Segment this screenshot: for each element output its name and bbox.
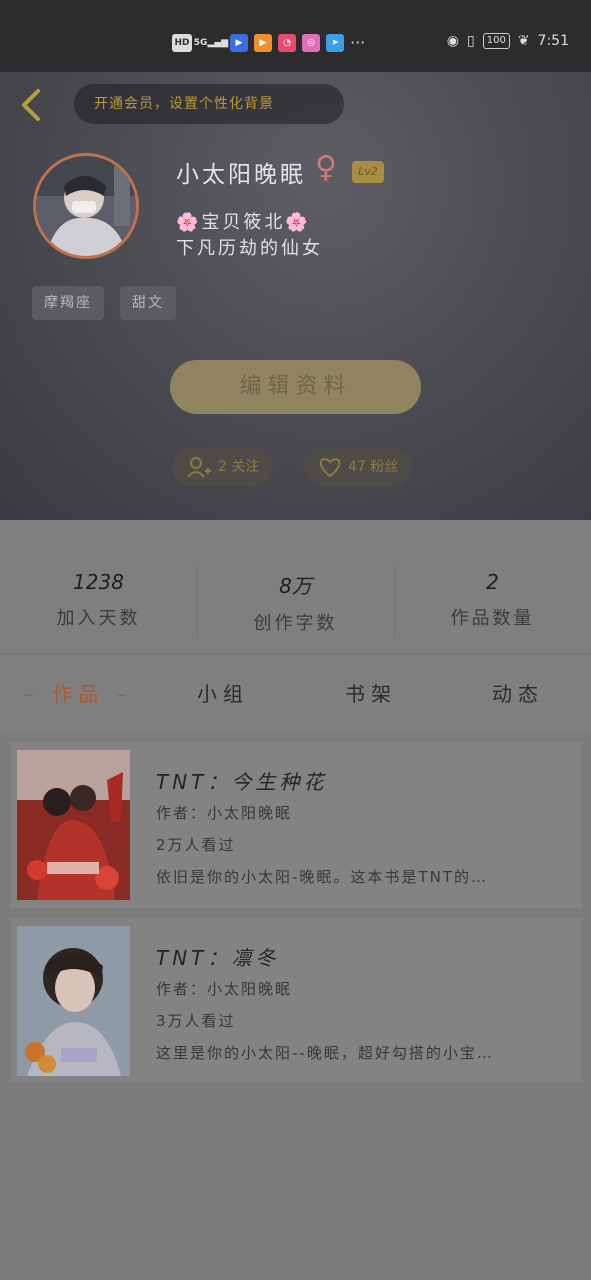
avatar[interactable] [33, 153, 139, 259]
camera-app-icon: ◎ [302, 33, 320, 52]
signal-icon: 5G ▂▄▆ [193, 37, 229, 48]
divider [197, 565, 198, 637]
works-list: TNT：今生种花 作者：小太阳晚眠 2万人看过 依旧是你的小太阳-晚眠。这本书是… [0, 732, 591, 1084]
hd-icon: HD [172, 33, 192, 52]
stat-join-days: 1238 加入天数 [56, 570, 141, 629]
vibrate-icon: ▯ [467, 33, 475, 49]
telegram-icon: ➤ [326, 33, 344, 52]
book-author: 作者：小太阳晚眠 [156, 980, 293, 998]
status-bar: HD 5G ▂▄▆ ▶ ▶ ◔ ◎ ➤ ··· ◉ ▯ 100 ❦ 7:51 [0, 0, 591, 72]
flower-icon: 🌸 [285, 212, 311, 233]
edit-profile-button[interactable]: 编辑资料 [170, 360, 421, 414]
bio-line-2: 下凡历劫的仙女 [176, 238, 323, 259]
status-left-icons: HD 5G ▂▄▆ ▶ ▶ ◔ ◎ ➤ ··· [172, 33, 365, 52]
bio-line-1: 🌸宝贝筱北🌸 [176, 212, 311, 233]
following-count: 2 关注 [218, 459, 260, 475]
tab-bookshelf[interactable]: 书架 [345, 678, 397, 707]
eye-icon: ◉ [446, 33, 459, 49]
level-badge: Lv2 [352, 161, 384, 183]
book-views: 2万人看过 [156, 836, 236, 854]
vip-background-banner[interactable]: 开通会员，设置个性化背景 [74, 84, 344, 124]
tab-bar: – 作品 – 小组 书架 动态 [0, 654, 591, 732]
book-title[interactable]: TNT：今生种花 [156, 766, 327, 795]
book-cover[interactable] [17, 750, 130, 900]
app-notification-icon: ▶ [230, 33, 248, 52]
stat-works-count: 2 作品数量 [450, 570, 535, 629]
empty-area [0, 1082, 591, 1280]
list-item[interactable]: TNT：凛冬 作者：小太阳晚眠 3万人看过 这里是你的小太阳--晚眠，超好勾搭的… [10, 918, 582, 1084]
book-author: 作者：小太阳晚眠 [156, 804, 293, 822]
tab-works[interactable]: – 作品 – [24, 678, 133, 707]
flower-icon: 🌸 [176, 212, 202, 233]
clock: 7:51 [537, 33, 569, 49]
female-icon: ♀ [315, 150, 337, 185]
battery-icon: 100 [482, 33, 510, 49]
fans-button[interactable]: 47 粉丝 [304, 448, 413, 486]
book-title[interactable]: TNT：凛冬 [156, 942, 279, 971]
tag-genre[interactable]: 甜文 [120, 286, 176, 320]
book-description: 这里是你的小太阳--晚眠，超好勾搭的小宝… [156, 1044, 494, 1062]
divider [394, 565, 395, 637]
tab-groups[interactable]: 小组 [197, 678, 249, 707]
avatar-image [36, 156, 136, 256]
book-cover[interactable] [17, 926, 130, 1076]
book-description: 依旧是你的小太阳-晚眠。这本书是TNT的… [156, 868, 488, 886]
book-cover-image [17, 750, 130, 900]
more-notifications-icon: ··· [350, 33, 366, 52]
book-cover-image [17, 926, 130, 1076]
stats-section: 1238 加入天数 8万 创作字数 2 作品数量 [0, 520, 591, 654]
tab-activity[interactable]: 动态 [492, 678, 544, 707]
fans-count: 47 粉丝 [348, 459, 399, 475]
chat-app-icon: ◔ [278, 33, 296, 52]
following-button[interactable]: 2 关注 [172, 448, 274, 486]
stat-word-count: 8万 创作字数 [253, 574, 338, 634]
heart-icon [319, 458, 341, 478]
leaf-icon: ❦ [517, 33, 530, 49]
user-add-icon [187, 457, 211, 478]
list-item[interactable]: TNT：今生种花 作者：小太阳晚眠 2万人看过 依旧是你的小太阳-晚眠。这本书是… [10, 742, 582, 908]
back-arrow-icon[interactable] [18, 88, 48, 122]
video-app-icon: ▶ [254, 33, 272, 52]
book-views: 3万人看过 [156, 1012, 236, 1030]
tag-zodiac[interactable]: 摩羯座 [32, 286, 104, 320]
username: 小太阳晚眠 [176, 162, 306, 188]
status-right-icons: ◉ ▯ 100 ❦ 7:51 [447, 33, 569, 49]
